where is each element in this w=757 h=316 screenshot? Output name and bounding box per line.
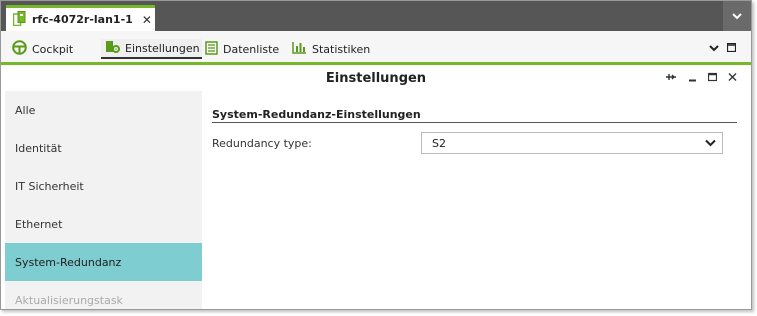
close-icon[interactable] [728,72,737,85]
app-window: rfc-4072r-lan1-1 ✕ Cockpit Einstellungen… [0,0,752,310]
sidebar-item-ethernet[interactable]: Ethernet [5,205,202,243]
sidebar-item-identitaet[interactable]: Identität [5,129,202,167]
settings-content: System-Redundanz-Einstellungen Redundanc… [202,91,751,309]
toolbar-button-einstellungen[interactable]: Einstellungen [101,39,202,59]
panel-title: Einstellungen [325,71,427,86]
redundancy-type-value: S2 [432,136,446,150]
sidebar-item-alle[interactable]: Alle [5,91,202,129]
maximize-icon[interactable] [707,72,718,85]
restore-icon[interactable] [726,42,737,55]
minimize-icon[interactable] [688,72,697,85]
close-tab-icon[interactable]: ✕ [142,13,152,27]
chevron-down-icon[interactable] [709,42,719,55]
bar-chart-icon [292,41,307,57]
toolbar-label: Einstellungen [125,41,200,55]
toolbar-label: Statistiken [312,42,371,56]
redundancy-type-label: Redundancy type: [212,137,312,150]
device-icon [12,10,26,29]
list-icon [205,40,218,58]
tab-overflow-chevron-icon[interactable] [723,1,751,31]
toolbar-button-datenliste[interactable]: Datenliste [205,39,279,59]
redundancy-type-select[interactable]: S2 [421,132,723,154]
settings-device-icon [105,39,120,57]
sidebar-item-it-sicherheit[interactable]: IT Sicherheit [5,167,202,205]
toolbar-button-statistiken[interactable]: Statistiken [292,39,370,59]
panel-titlebar: Einstellungen [1,68,751,90]
toolbar-label: Cockpit [32,42,74,56]
chevron-down-icon [705,137,716,150]
steering-wheel-icon [12,40,27,58]
view-toolbar: Cockpit Einstellungen Datenliste Statist… [1,31,751,65]
section-title: System-Redundanz-Einstellungen [212,108,737,123]
toolbar-button-cockpit[interactable]: Cockpit [12,39,73,59]
document-tab-strip: rfc-4072r-lan1-1 ✕ [1,1,751,31]
sidebar-item-system-redundanz[interactable]: System-Redundanz [5,243,202,281]
document-tab-label: rfc-4072r-lan1-1 [32,13,133,26]
toolbar-label: Datenliste [223,42,280,56]
sidebar-item-aktualisierungstask[interactable]: Aktualisierungstask [5,281,202,309]
pin-icon[interactable] [665,72,677,85]
document-tab[interactable]: rfc-4072r-lan1-1 ✕ [6,5,155,31]
settings-category-list: Alle Identität IT Sicherheit Ethernet Sy… [5,91,202,309]
